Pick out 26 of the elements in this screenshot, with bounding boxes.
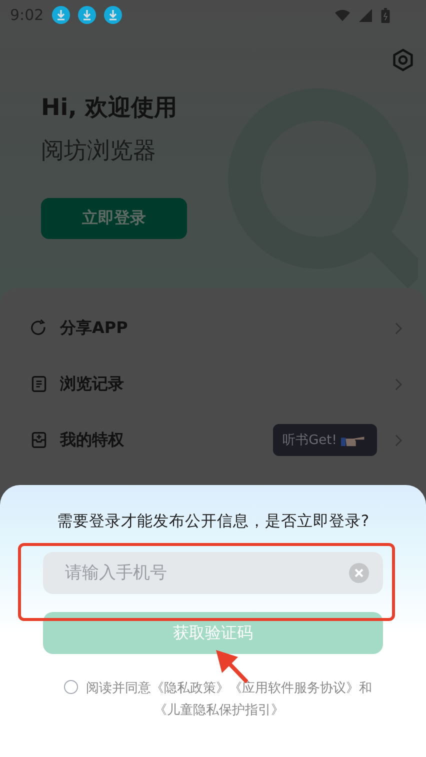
login-question: 需要登录才能发布公开信息，是否立即登录?	[56, 511, 370, 532]
refresh-icon	[30, 319, 48, 337]
menu-item[interactable]: 浏览记录	[60, 374, 124, 394]
greeting-title: Hi, 欢迎使用	[41, 94, 178, 123]
download-icon	[78, 6, 96, 24]
badge-text: 听书Get!	[282, 432, 337, 449]
inbox-icon	[30, 431, 48, 449]
phone-input-field[interactable]: 请输入手机号	[43, 552, 383, 594]
agree-radio[interactable]	[64, 680, 78, 694]
clear-icon[interactable]	[349, 563, 369, 583]
chevron-right-icon	[395, 434, 402, 446]
menu-item[interactable]: 分享APP	[60, 318, 128, 338]
download-icon	[104, 6, 122, 24]
settings-icon[interactable]	[391, 48, 415, 72]
get-code-button[interactable]: 获取验证码	[43, 612, 383, 654]
chevron-right-icon	[395, 378, 402, 390]
signal-icon	[358, 8, 373, 22]
battery-icon	[381, 8, 390, 22]
download-icon	[52, 6, 70, 24]
document-icon	[30, 375, 48, 393]
annotation-arrow	[214, 649, 248, 683]
login-button[interactable]: 立即登录	[41, 198, 187, 239]
wifi-icon	[335, 8, 350, 22]
menu-item[interactable]: 我的特权	[60, 430, 124, 450]
chevron-right-icon	[395, 322, 402, 334]
agreement-text: 阅读并同意《隐私政策》《应用软件服务协议》和 《儿童隐私保护指引》	[86, 680, 372, 720]
